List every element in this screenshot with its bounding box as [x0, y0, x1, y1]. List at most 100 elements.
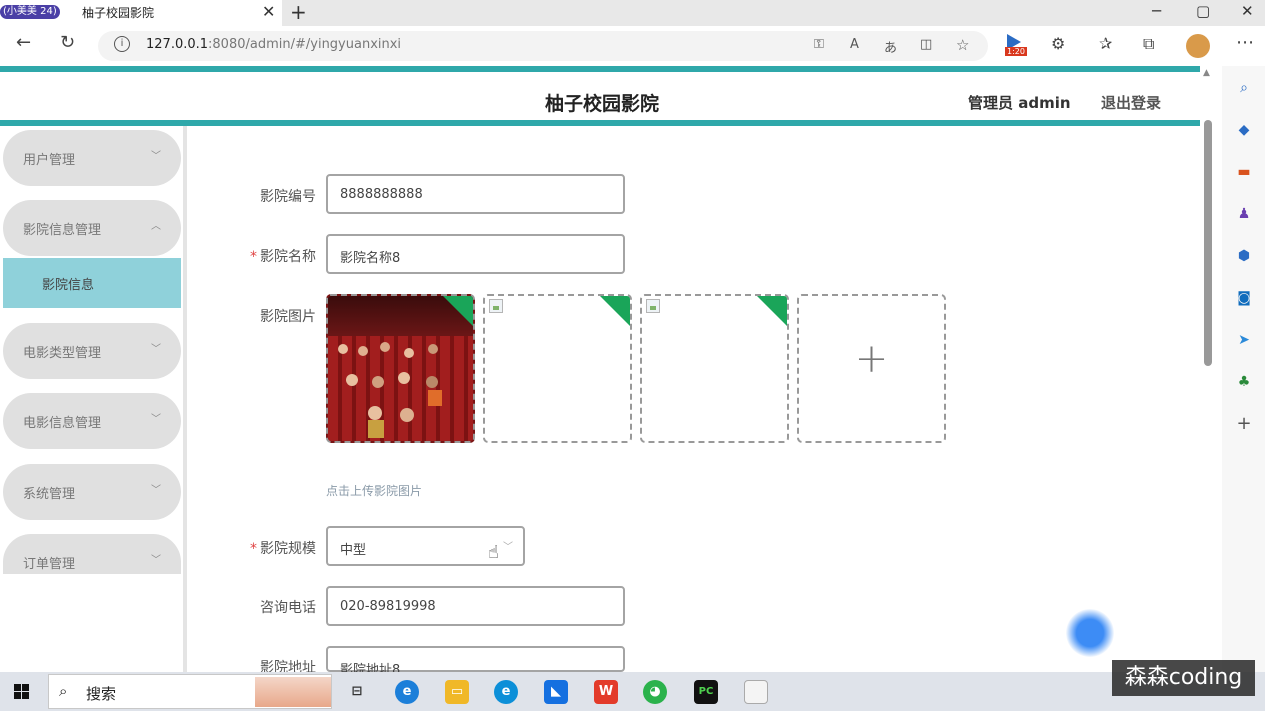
browser-tab[interactable]: (小美美 24) 柚子校园影院 ✕ — [0, 0, 282, 26]
notepad-icon[interactable] — [744, 680, 768, 704]
chevron-down-icon: ﹀ — [151, 344, 161, 355]
cinema-name-input[interactable]: 影院名称8 — [326, 234, 625, 274]
maximize-icon[interactable]: ▢ — [1196, 2, 1210, 20]
feishu-icon[interactable]: ◣ — [544, 680, 568, 704]
task-view-icon[interactable]: ⊟ — [345, 680, 369, 704]
sidebar-item-cinema-info-management[interactable]: 影院信息管理 ︿ — [3, 200, 181, 256]
search-icon: ⌕ — [59, 682, 68, 700]
tab-title: 柚子校园影院 — [82, 6, 155, 20]
minimize-icon[interactable]: ─ — [1152, 2, 1161, 20]
address-bar[interactable]: i 127.0.0.1:8080/admin/#/yingyuanxinxi ⚿… — [98, 31, 988, 61]
sidebar-item-label: 用户管理 — [23, 153, 76, 168]
phone-input[interactable]: 020-89819998 — [326, 586, 625, 626]
wps-icon[interactable]: W — [594, 680, 618, 704]
extensions-icon[interactable]: ⚙ — [1051, 34, 1065, 53]
browser-side-panel: ⌕ ◆ ▬ ♟ ⬢ ◙ ➤ ♣ + — [1222, 66, 1265, 672]
upload-success-badge — [442, 296, 473, 327]
favorite-add-icon[interactable]: ☆ — [956, 36, 969, 54]
site-info-icon[interactable]: i — [114, 36, 130, 52]
admin-label: 管理员 admin — [968, 94, 1071, 112]
back-icon[interactable]: ← — [16, 32, 31, 53]
cinema-name-label: * 影院名称 — [226, 246, 316, 266]
shopping-tag-icon[interactable]: ◆ — [1234, 120, 1254, 140]
chevron-down-icon: ﹀ — [503, 542, 513, 553]
sidebar-item-system-management[interactable]: 系统管理 ﹀ — [3, 464, 181, 520]
search-highlight-image — [255, 677, 331, 707]
office-icon[interactable]: ⬢ — [1234, 246, 1254, 266]
reader-view-icon[interactable]: ◫ — [920, 37, 932, 52]
app-header: 柚子校园影院 管理员 admin 退出登录 — [0, 66, 1200, 126]
scroll-up-icon[interactable]: ▲ — [1203, 68, 1210, 78]
send-icon[interactable]: ➤ — [1234, 330, 1254, 350]
chevron-down-icon: ﹀ — [151, 151, 161, 162]
download-icon[interactable]: 1:20 — [1005, 32, 1027, 58]
taskbar-search-label: 搜索 — [86, 685, 117, 703]
chevron-down-icon: ﹀ — [151, 485, 161, 496]
read-aloud-icon[interactable]: A — [850, 37, 859, 52]
plus-icon: + — [854, 336, 889, 382]
cinema-photo-seats — [328, 336, 473, 441]
sidebar-item-order-management[interactable]: 订单管理 ﹀ — [3, 534, 181, 574]
cinema-code-label: 影院编号 — [260, 189, 316, 205]
address-input[interactable]: 影院地址8 — [326, 646, 625, 678]
phone-label: 咨询电话 — [260, 600, 316, 616]
search-icon[interactable]: ⌕ — [1234, 78, 1254, 98]
sidebar-item-movie-info-management[interactable]: 电影信息管理 ﹀ — [3, 393, 181, 449]
upload-hint: 点击上传影院图片 — [326, 484, 423, 498]
translate-icon[interactable]: あ — [884, 37, 897, 56]
app-title: 柚子校园影院 — [545, 93, 660, 115]
upload-success-badge — [756, 296, 787, 327]
taskbar-search-box[interactable]: ⌕ 搜索 — [48, 674, 332, 709]
cinema-scale-value: 中型 — [340, 543, 367, 558]
tab-badge-text: 小美美 24 — [6, 6, 53, 17]
add-panel-icon[interactable]: + — [1234, 414, 1254, 434]
tab-close-icon[interactable]: ✕ — [262, 2, 275, 21]
uploaded-image-card[interactable] — [326, 294, 475, 443]
broken-image-icon — [646, 299, 660, 313]
required-mark: * — [250, 249, 257, 265]
sidebar-item-label: 订单管理 — [23, 557, 76, 572]
url-text[interactable]: 127.0.0.1:8080/admin/#/yingyuanxinxi — [146, 37, 401, 52]
sidebar-item-label: 系统管理 — [23, 487, 76, 502]
key-icon[interactable]: ⚿ — [814, 37, 824, 52]
cinema-scale-select[interactable]: 中型 ﹀ ☝ — [326, 526, 525, 566]
new-tab-icon[interactable]: + — [290, 0, 307, 24]
logout-button[interactable]: 退出登录 — [1101, 92, 1161, 113]
wechat-icon[interactable]: ◕ — [643, 680, 667, 704]
download-badge: 1:20 — [1005, 47, 1027, 56]
floating-assistant-button[interactable] — [1066, 609, 1114, 657]
sidebar-item-label: 电影类型管理 — [23, 346, 102, 361]
outlook-icon[interactable]: ◙ — [1234, 288, 1254, 308]
url-host: 127.0.0.1 — [146, 37, 209, 52]
uploaded-image-card[interactable] — [640, 294, 789, 443]
cinema-code-input[interactable]: 8888888888 — [326, 174, 625, 214]
games-icon[interactable]: ♟ — [1234, 204, 1254, 224]
page-scrollbar[interactable]: ▲ — [1200, 66, 1216, 672]
scrollbar-thumb[interactable] — [1204, 120, 1212, 366]
pycharm-icon[interactable]: PC — [694, 680, 718, 704]
windows-start-icon[interactable] — [14, 684, 30, 700]
uploaded-image-card[interactable] — [483, 294, 632, 443]
profile-avatar[interactable] — [1186, 34, 1210, 58]
broken-image-icon — [489, 299, 503, 313]
ie-browser-icon[interactable]: e — [395, 680, 419, 704]
tree-icon[interactable]: ♣ — [1234, 372, 1254, 392]
toolbox-icon[interactable]: ▬ — [1234, 162, 1254, 182]
edge-browser-icon[interactable]: e — [494, 680, 518, 704]
upload-add-button[interactable]: + — [797, 294, 946, 443]
file-explorer-icon[interactable]: ▭ — [445, 680, 469, 704]
sidebar-item-movie-type-management[interactable]: 电影类型管理 ﹀ — [3, 323, 181, 379]
browser-tab-bar: (小美美 24) 柚子校园影院 ✕ + ─ ▢ ✕ — [0, 0, 1265, 26]
cinema-scale-label: * 影院规模 — [226, 538, 316, 558]
upload-success-badge — [599, 296, 630, 327]
favorites-icon[interactable]: ✰ — [1099, 34, 1112, 53]
refresh-icon[interactable]: ↻ — [60, 32, 75, 53]
more-menu-icon[interactable]: ⋯ — [1236, 32, 1254, 53]
collections-icon[interactable]: ⧉ — [1143, 34, 1154, 54]
window-close-icon[interactable]: ✕ — [1241, 2, 1254, 20]
url-path: :8080/admin/#/yingyuanxinxi — [208, 37, 402, 52]
cinema-image-label: 影院图片 — [260, 309, 316, 325]
required-mark: * — [250, 541, 257, 557]
sidebar-item-user-management[interactable]: 用户管理 ﹀ — [3, 130, 181, 186]
sidebar-subitem-cinema-info[interactable]: 影院信息 — [3, 258, 181, 308]
